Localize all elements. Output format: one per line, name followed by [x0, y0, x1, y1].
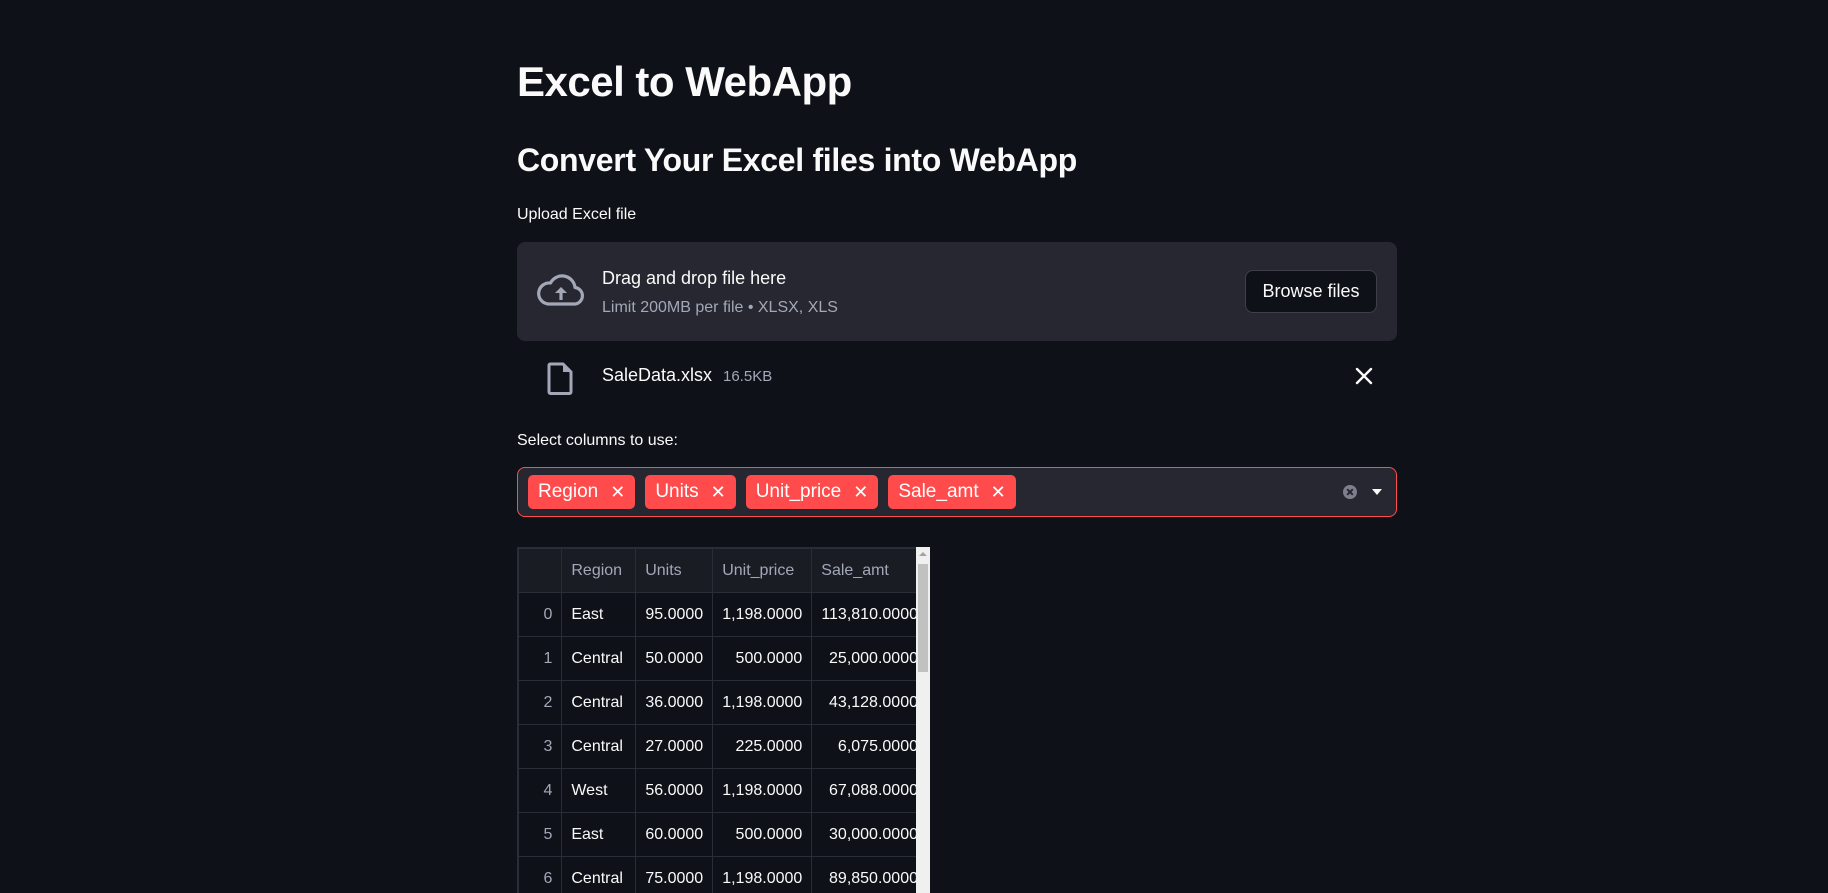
- column-multiselect[interactable]: Region ✕ Units ✕ Unit_price ✕ Sale_amt ✕: [517, 467, 1397, 517]
- table-cell[interactable]: 50.0000: [635, 636, 714, 681]
- table-row: 5 East 60.0000 500.0000 30,000.0000: [518, 812, 928, 857]
- table-cell[interactable]: 30,000.0000: [811, 812, 928, 857]
- index-header: [518, 548, 563, 593]
- tag-sale-amt[interactable]: Sale_amt ✕: [888, 475, 1016, 509]
- data-table: Region Units Unit_price Sale_amt 0 East 95…: [517, 547, 929, 893]
- clear-all-icon[interactable]: [1343, 485, 1357, 499]
- table-row: 6 Central 75.0000 1,198.0000 89,850.0000: [518, 856, 928, 893]
- remove-tag-icon[interactable]: ✕: [711, 482, 726, 503]
- table-row: 1 Central 50.0000 500.0000 25,000.0000: [518, 636, 928, 681]
- table-scrollbar[interactable]: [916, 547, 930, 893]
- tag-label: Units: [655, 481, 699, 502]
- table-cell[interactable]: East: [561, 812, 637, 857]
- table-cell[interactable]: 43,128.0000: [811, 680, 928, 725]
- upload-label: Upload Excel file: [517, 206, 637, 223]
- table-cell[interactable]: 1,198.0000: [712, 592, 813, 637]
- remove-tag-icon[interactable]: ✕: [853, 482, 868, 503]
- cloud-upload-icon: [537, 274, 584, 306]
- table-cell[interactable]: 27.0000: [635, 724, 714, 769]
- table-cell[interactable]: 75.0000: [635, 856, 714, 893]
- chevron-down-icon[interactable]: [1372, 489, 1382, 495]
- browse-files-button[interactable]: Browse files: [1245, 270, 1377, 313]
- table-row: 3 Central 27.0000 225.0000 6,075.0000: [518, 724, 928, 769]
- tag-region[interactable]: Region ✕: [528, 475, 636, 509]
- table-cell[interactable]: 1,198.0000: [712, 768, 813, 813]
- table-cell[interactable]: 67,088.0000: [811, 768, 928, 813]
- column-header[interactable]: Units: [635, 548, 714, 593]
- table-cell[interactable]: 56.0000: [635, 768, 714, 813]
- uploaded-file-row: SaleData.xlsx 16.5KB: [517, 355, 1397, 400]
- table-cell[interactable]: East: [561, 592, 637, 637]
- column-select-label: Select columns to use:: [517, 432, 678, 449]
- uploaded-file-name: SaleData.xlsx: [602, 365, 713, 385]
- table-cell[interactable]: 500.0000: [712, 812, 813, 857]
- table-cell[interactable]: Central: [561, 724, 637, 769]
- tag-units[interactable]: Units ✕: [645, 475, 736, 509]
- table-cell[interactable]: 95.0000: [635, 592, 714, 637]
- selected-tags: Region ✕ Units ✕ Unit_price ✕ Sale_amt ✕: [528, 475, 1016, 509]
- page-subtitle: Convert Your Excel files into WebApp: [517, 142, 1077, 178]
- table-cell[interactable]: West: [561, 768, 637, 813]
- table-row: 2 Central 36.0000 1,198.0000 43,128.0000: [518, 680, 928, 725]
- row-index: 0: [518, 592, 563, 637]
- table-cell[interactable]: 6,075.0000: [811, 724, 928, 769]
- remove-tag-icon[interactable]: ✕: [991, 482, 1006, 503]
- file-icon: [547, 362, 573, 395]
- row-index: 1: [518, 636, 563, 681]
- table-row: 0 East 95.0000 1,198.0000 113,810.0000: [518, 592, 928, 637]
- row-index: 4: [518, 768, 563, 813]
- table-cell[interactable]: 225.0000: [712, 724, 813, 769]
- table-cell[interactable]: 25,000.0000: [811, 636, 928, 681]
- close-icon[interactable]: [1351, 363, 1377, 389]
- tag-label: Unit_price: [755, 481, 842, 502]
- table-cell[interactable]: 89,850.0000: [811, 856, 928, 893]
- file-dropzone[interactable]: Drag and drop file here Limit 200MB per …: [517, 242, 1397, 341]
- page-title: Excel to WebApp: [517, 58, 852, 105]
- row-index: 3: [518, 724, 563, 769]
- table-cell[interactable]: Central: [561, 636, 637, 681]
- table-cell[interactable]: 36.0000: [635, 680, 714, 725]
- table-cell[interactable]: 60.0000: [635, 812, 714, 857]
- scroll-up-arrow-icon[interactable]: [919, 552, 927, 556]
- remove-tag-icon[interactable]: ✕: [610, 482, 625, 503]
- table-cell[interactable]: Central: [561, 680, 637, 725]
- tag-unit-price[interactable]: Unit_price ✕: [745, 475, 879, 509]
- tag-label: Sale_amt: [898, 481, 979, 502]
- row-index: 2: [518, 680, 563, 725]
- table-row: 4 West 56.0000 1,198.0000 67,088.0000: [518, 768, 928, 813]
- dropzone-limit-text: Limit 200MB per file • XLSX, XLS: [602, 299, 838, 316]
- tag-label: Region: [538, 481, 599, 502]
- table-cell[interactable]: Central: [561, 856, 637, 893]
- dropzone-title: Drag and drop file here: [602, 268, 787, 288]
- table-cell[interactable]: 500.0000: [712, 636, 813, 681]
- row-index: 6: [518, 856, 563, 893]
- uploaded-file-size: 16.5KB: [723, 368, 773, 385]
- column-header[interactable]: Region: [561, 548, 637, 593]
- table-cell[interactable]: 1,198.0000: [712, 856, 813, 893]
- table-cell[interactable]: 113,810.0000: [811, 592, 928, 637]
- table-cell[interactable]: 1,198.0000: [712, 680, 813, 725]
- column-header[interactable]: Unit_price: [712, 548, 813, 593]
- column-header[interactable]: Sale_amt: [811, 548, 928, 593]
- scrollbar-thumb[interactable]: [918, 564, 928, 672]
- table-header-row: Region Units Unit_price Sale_amt: [518, 548, 928, 593]
- row-index: 5: [518, 812, 563, 857]
